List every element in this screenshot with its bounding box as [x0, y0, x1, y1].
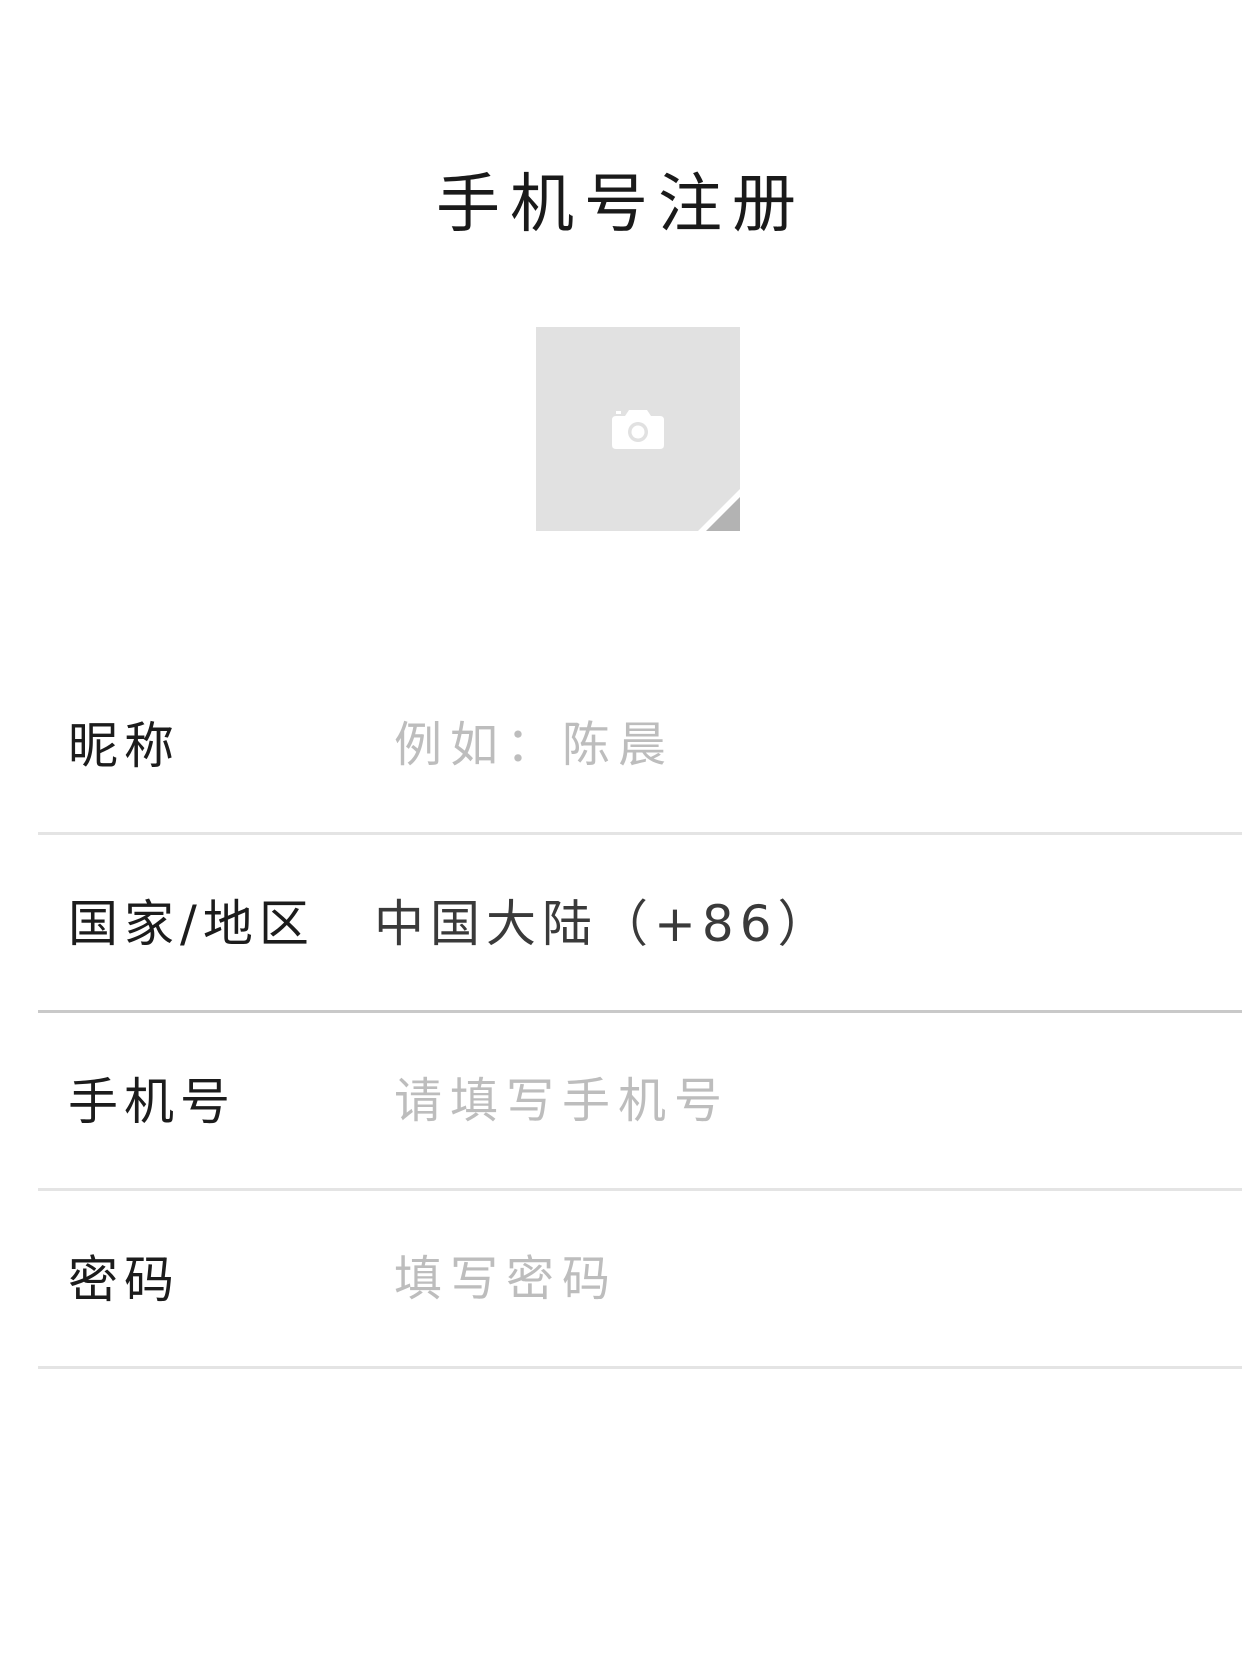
region-selector[interactable]: 中国大陆（+86） [374, 835, 834, 1013]
region-row[interactable]: 国家/地区 中国大陆（+86） [38, 835, 1242, 1013]
registration-form: 昵称 国家/地区 中国大陆（+86） 手机号 密码 [38, 657, 1242, 1369]
region-label: 国家/地区 [68, 895, 315, 953]
phone-row: 手机号 [38, 1013, 1242, 1191]
password-input[interactable] [394, 1231, 1174, 1327]
password-row: 密码 [38, 1191, 1242, 1369]
password-label: 密码 [68, 1251, 180, 1309]
nickname-row: 昵称 [38, 657, 1242, 835]
nickname-label: 昵称 [68, 717, 180, 775]
corner-triangle-icon [698, 489, 740, 531]
page-title: 手机号注册 [436, 168, 806, 242]
camera-icon [612, 410, 664, 449]
phone-input[interactable] [394, 1053, 1174, 1149]
nickname-input[interactable] [394, 697, 1174, 793]
phone-label: 手机号 [68, 1073, 236, 1131]
avatar-upload-button[interactable] [536, 327, 740, 531]
